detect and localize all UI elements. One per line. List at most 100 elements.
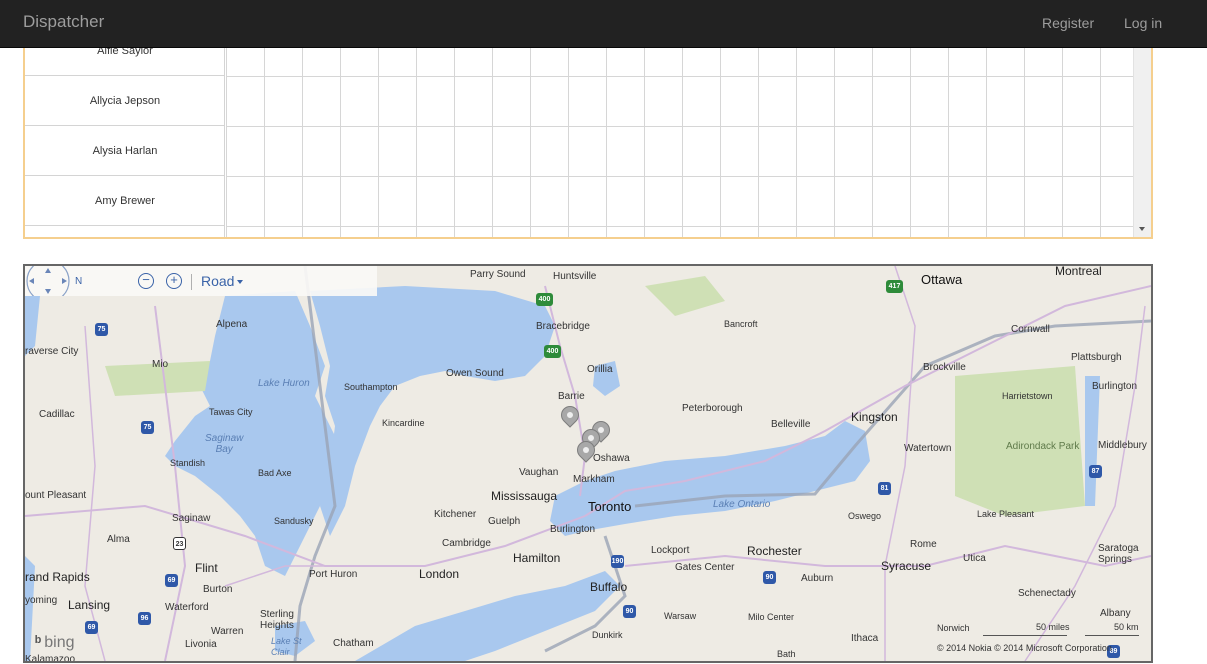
map-label: Mio <box>152 359 169 370</box>
scale-bar <box>983 635 1067 636</box>
map-copyright: © 2014 Nokia © 2014 Microsoft Corporatio… <box>937 643 1112 653</box>
map-label: Kalamazoo <box>25 654 76 663</box>
person-row[interactable]: Allycia Jepson <box>25 76 225 126</box>
map-label: Middlebury <box>1098 440 1147 451</box>
map-label: Hamilton <box>513 551 561 565</box>
map-label: Ithaca <box>851 633 879 644</box>
map-label: Livonia <box>185 639 217 650</box>
map-type-label: Road <box>201 273 235 289</box>
grid-column-line <box>378 32 379 237</box>
map-label: Parry Sound <box>470 269 526 280</box>
login-link[interactable]: Log in <box>1124 15 1162 31</box>
bing-logo[interactable]: ᵇ bing <box>35 634 75 652</box>
grid-column-line <box>530 32 531 237</box>
map-label: Gates Center <box>675 562 735 573</box>
compass-icon[interactable] <box>25 266 71 296</box>
bing-text: bing <box>44 634 75 651</box>
map-label: Owen Sound <box>446 368 504 379</box>
highway-shield: 75 <box>141 421 154 434</box>
highway-shield: 87 <box>1089 465 1102 478</box>
map-label: Markham <box>573 474 615 485</box>
highway-shield: 190 <box>611 555 624 568</box>
map-label: Schenectady <box>1018 588 1076 599</box>
time-slot-grid[interactable] <box>226 32 1139 237</box>
map-label: Albany <box>1100 608 1131 619</box>
person-row[interactable]: Amy Brewer <box>25 176 225 226</box>
grid-row-line <box>226 126 1134 127</box>
zoom-in-button[interactable]: + <box>166 273 182 289</box>
zoom-out-button[interactable]: − <box>138 273 154 289</box>
grid-column-line <box>682 32 683 237</box>
grid-column-line <box>568 32 569 237</box>
map-label: Vaughan <box>519 467 559 478</box>
person-row[interactable]: Alysia Harlan <box>25 126 225 176</box>
grid-column-line <box>264 32 265 237</box>
map-label: Waterford <box>165 602 209 613</box>
map-label: Kingston <box>851 410 898 424</box>
map-label: Lake Pleasant <box>977 509 1035 519</box>
map-label: Syracuse <box>881 559 932 573</box>
register-link[interactable]: Register <box>1042 15 1094 31</box>
map-type-dropdown[interactable]: Road <box>201 273 244 289</box>
scroll-down-arrow-icon[interactable] <box>1139 227 1145 231</box>
highway-shield: 417 <box>886 280 903 293</box>
map-label: Lake Ontario <box>713 499 771 510</box>
navbar: Dispatcher Register Log in <box>0 0 1207 48</box>
map-label: Bancroft <box>724 319 758 329</box>
grid-column-line <box>1100 32 1101 237</box>
grid-column-line <box>644 32 645 237</box>
highway-shield: 23 <box>173 537 186 550</box>
map-label: Lockport <box>651 545 690 556</box>
grid-column-line <box>872 32 873 237</box>
caret-down-icon <box>237 280 244 285</box>
map-label: Kitchener <box>434 509 477 520</box>
map-navigation-bar: N − + Road <box>25 266 377 296</box>
person-name: Amy Brewer <box>95 194 155 207</box>
map-label: ount Pleasant <box>25 490 87 501</box>
grid-column-line <box>948 32 949 237</box>
vertical-scrollbar[interactable] <box>1133 32 1151 237</box>
map-label: Sandusky <box>274 516 314 526</box>
grid-column-line <box>302 32 303 237</box>
grid-column-line <box>492 32 493 237</box>
map-label: Barrie <box>558 391 585 402</box>
map-label: Burlington <box>550 524 596 535</box>
highway-shield: 90 <box>763 571 776 584</box>
schedule-grid: Alfie Saylor Allycia Jepson Alysia Harla… <box>23 30 1153 239</box>
grid-column-line <box>606 32 607 237</box>
scale-bar <box>1085 635 1139 636</box>
map-label: Lake St Clair <box>271 636 302 657</box>
map-label: Peterborough <box>682 403 743 414</box>
grid-column-line <box>986 32 987 237</box>
map-label: Rochester <box>747 544 802 558</box>
compass-label: N <box>75 276 83 287</box>
map-label: Sterling Heights <box>260 609 294 631</box>
map-label: Flint <box>195 561 218 575</box>
map-label: Warren <box>211 626 244 637</box>
highway-shield: 69 <box>85 621 98 634</box>
map-label: Bad Axe <box>258 468 292 478</box>
bing-b-icon: ᵇ <box>35 634 42 651</box>
scale-miles-label: 50 miles <box>1036 622 1070 632</box>
map-label: Saratoga Springs <box>1098 543 1139 565</box>
map-label: Saginaw Bay <box>205 433 244 455</box>
map-label: Dunkirk <box>592 630 623 640</box>
map-label: Rome <box>910 539 937 550</box>
map-label: Belleville <box>771 419 811 430</box>
map-label: Guelph <box>488 516 521 527</box>
map-view[interactable]: N − + Road 75 75 400 400 417 81 87 23 69… <box>23 264 1153 663</box>
grid-column-line <box>910 32 911 237</box>
map-label: Huntsville <box>553 271 597 282</box>
map-label: Mississauga <box>491 489 558 503</box>
grid-column-line <box>1024 32 1025 237</box>
map-label: Oshawa <box>593 453 630 464</box>
highway-shield: 96 <box>138 612 151 625</box>
brand-link[interactable]: Dispatcher <box>23 12 104 32</box>
map-label: Standish <box>170 458 206 468</box>
map-label: Auburn <box>801 573 834 584</box>
map-label: Watertown <box>904 443 952 454</box>
grid-column-line <box>796 32 797 237</box>
toolbar-divider <box>191 274 192 290</box>
map-label: raverse City <box>25 346 79 357</box>
highway-shield: 90 <box>623 605 636 618</box>
